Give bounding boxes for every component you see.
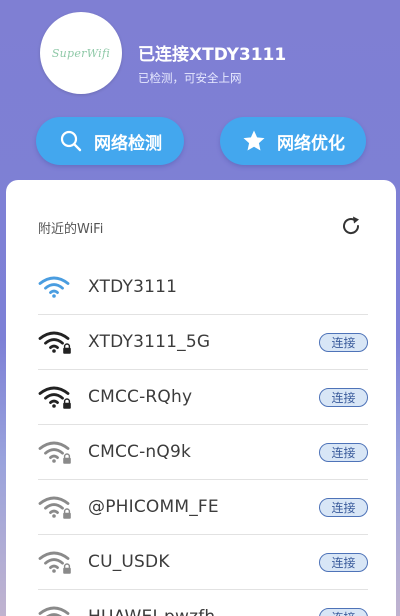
refresh-icon[interactable] xyxy=(339,214,363,238)
connection-subtitle: 已检测，可安全上网 xyxy=(138,71,242,85)
network-optimize-button[interactable]: 网络优化 xyxy=(220,117,366,165)
status-header: SuperWifi 已连接XTDY3111 已检测，可安全上网 xyxy=(0,0,400,120)
connection-title: 已连接XTDY3111 xyxy=(138,45,287,65)
wifi-locked-icon xyxy=(38,439,74,465)
wifi-ssid: @PHICOMM_FE xyxy=(88,497,219,517)
connect-button[interactable]: 连接 xyxy=(319,497,368,517)
logo-text: SuperWifi xyxy=(51,46,111,60)
wifi-locked-icon xyxy=(38,329,74,355)
connect-button[interactable]: 连接 xyxy=(319,607,368,616)
nearby-wifi-label: 附近的WiFi xyxy=(38,222,104,237)
wifi-ssid: CMCC-nQ9k xyxy=(88,442,192,462)
wifi-ssid: XTDY3111 xyxy=(88,277,178,297)
wifi-list-item[interactable]: CMCC-nQ9k 连接 xyxy=(38,425,368,480)
search-icon xyxy=(58,128,84,154)
wifi-icon xyxy=(38,274,74,300)
wifi-locked-icon xyxy=(38,604,74,616)
wifi-ssid: XTDY3111_5G xyxy=(88,332,211,352)
connect-button[interactable]: 连接 xyxy=(319,387,368,407)
wifi-locked-icon xyxy=(38,384,74,410)
connect-button[interactable]: 连接 xyxy=(319,442,368,462)
wifi-list-card: 附近的WiFi XTDY3111 XTDY3111_5G 连接 CMCC-RQhy 连接… xyxy=(6,180,396,616)
wifi-ssid: CU_USDK xyxy=(88,552,170,572)
app-logo: SuperWifi xyxy=(40,12,122,94)
wifi-list-item[interactable]: XTDY3111 xyxy=(38,260,368,315)
wifi-list-item[interactable]: @PHICOMM_FE 连接 xyxy=(38,480,368,535)
wifi-list-item[interactable]: CMCC-RQhy 连接 xyxy=(38,370,368,425)
wifi-locked-icon xyxy=(38,494,74,520)
connect-button[interactable]: 连接 xyxy=(319,332,368,352)
wifi-locked-icon xyxy=(38,549,74,575)
wifi-list-item[interactable]: XTDY3111_5G 连接 xyxy=(38,315,368,370)
network-detect-label: 网络检测 xyxy=(94,133,162,154)
network-detect-button[interactable]: 网络检测 xyxy=(36,117,184,165)
wifi-ssid: CMCC-RQhy xyxy=(88,387,193,407)
star-icon xyxy=(241,128,267,154)
wifi-ssid: HUAWEI-pwzfh xyxy=(88,607,319,616)
wifi-list-item[interactable]: CU_USDK 连接 xyxy=(38,535,368,590)
connect-button[interactable]: 连接 xyxy=(319,552,368,572)
network-optimize-label: 网络优化 xyxy=(277,133,345,154)
wifi-list-item[interactable]: HUAWEI-pwzfh连接 xyxy=(38,590,368,616)
